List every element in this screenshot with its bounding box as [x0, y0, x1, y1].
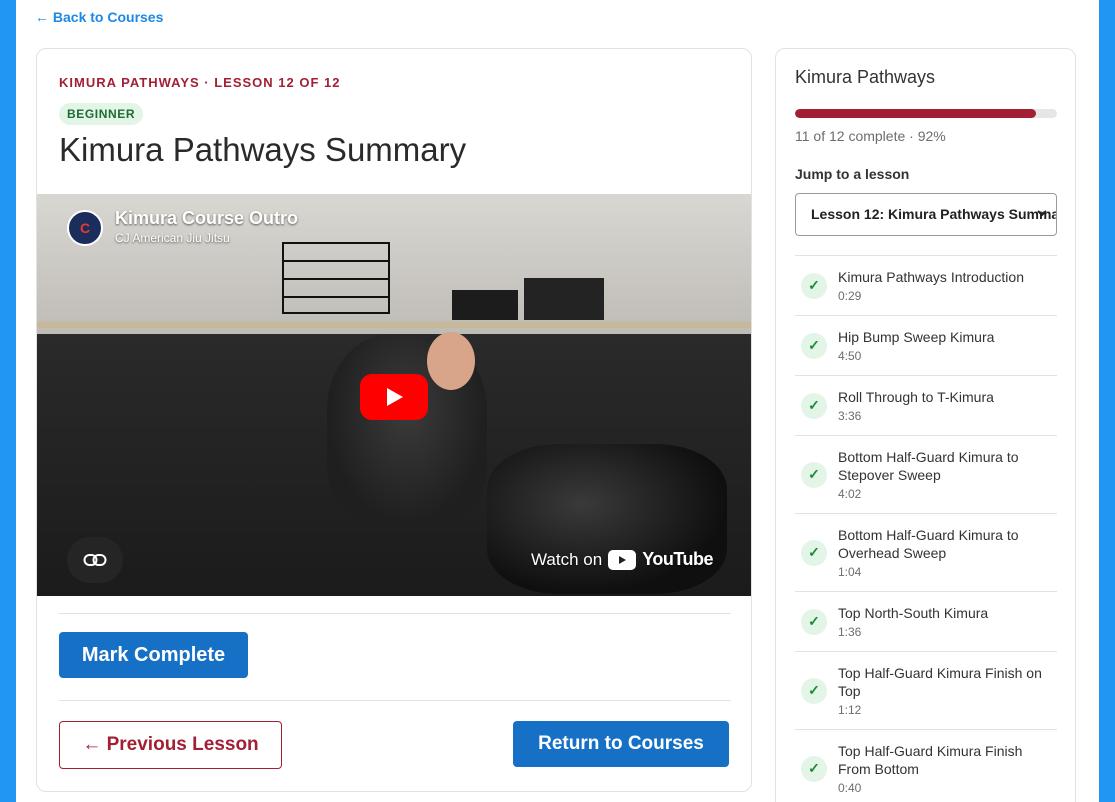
lesson-item[interactable]: ✓ Hip Bump Sweep Kimura 4:50 — [795, 315, 1057, 375]
lesson-item[interactable]: ✓ Bottom Half-Guard Kimura to Overhead Sw… — [795, 513, 1057, 591]
divider — [59, 613, 731, 614]
checkmark-icon: ✓ — [801, 755, 827, 782]
lesson-item-text: Top Half-Guard Kimura Finish From Bottom… — [838, 742, 1057, 796]
lesson-item-duration: 4:02 — [838, 486, 862, 501]
lesson-item-name: Top Half-Guard Kimura Finish on Top — [838, 664, 1042, 699]
lesson-item[interactable]: ✓ Top North-South Kimura 1:36 — [795, 591, 1057, 651]
lesson-item-duration: 4:50 — [838, 348, 862, 363]
lesson-item-duration: 3:36 — [838, 408, 862, 423]
lesson-item[interactable]: ✓ Top Half-Guard Kimura Finish on Top 1:12 — [795, 651, 1057, 729]
channel-logo[interactable]: C — [67, 210, 103, 246]
lesson-item-name: Bottom Half-Guard Kimura to Stepover Swe… — [838, 448, 1019, 483]
jump-to-lesson-label: Jump to a lesson — [795, 166, 910, 182]
link-icon — [83, 554, 107, 566]
copy-link-button[interactable] — [67, 537, 123, 583]
course-progress-bar — [795, 109, 1057, 118]
lesson-card: KIMURA PATHWAYS · LESSON 12 OF 12 BEGINN… — [36, 48, 752, 792]
lesson-select-value: Lesson 12: Kimura Pathways Summary — [811, 206, 1057, 222]
lesson-item-name: Kimura Pathways Introduction — [838, 268, 1024, 285]
checkmark-icon: ✓ — [801, 677, 827, 704]
lesson-select[interactable]: Lesson 12: Kimura Pathways Summary — [795, 193, 1057, 236]
lesson-item-name: Top North-South Kimura — [838, 604, 989, 621]
lesson-item[interactable]: ✓ Kimura Pathways Introduction 0:29 — [795, 255, 1057, 315]
lesson-item[interactable]: ✓ Roll Through to T-Kimura 3:36 — [795, 375, 1057, 435]
lesson-item[interactable]: ✓ Bottom Half-Guard Kimura to Stepover Sw… — [795, 435, 1057, 513]
checkmark-icon: ✓ — [801, 461, 827, 488]
page: ← Back to Courses KIMURA PATHWAYS · LESS… — [16, 0, 1099, 802]
course-sidebar: Kimura Pathways 11 of 12 complete · 92% … — [775, 48, 1076, 802]
lesson-breadcrumb: KIMURA PATHWAYS · LESSON 12 OF 12 — [59, 75, 341, 90]
course-name: Kimura Pathways — [795, 67, 936, 87]
video-player[interactable]: C Kimura Course Outro CJ American Jiu Ji… — [37, 194, 751, 596]
checkmark-icon: ✓ — [801, 392, 827, 419]
lesson-item-duration: 1:04 — [838, 564, 862, 579]
lesson-item-name: Bottom Half-Guard Kimura to Overhead Swe… — [838, 526, 1019, 561]
play-icon — [387, 388, 403, 406]
watch-on-label: Watch on — [531, 549, 603, 569]
checkmark-icon: ✓ — [801, 332, 827, 359]
level-badge: BEGINNER — [59, 103, 144, 125]
previous-lesson-button[interactable]: ← Previous Lesson — [59, 721, 282, 769]
youtube-logo-icon — [608, 549, 637, 570]
lesson-item-name: Top Half-Guard Kimura Finish From Bottom — [838, 742, 1023, 777]
video-channel: CJ American Jiu Jitsu — [115, 231, 230, 245]
checkmark-icon: ✓ — [801, 608, 827, 635]
mark-complete-button[interactable]: Mark Complete — [59, 632, 248, 678]
chevron-down-icon — [1037, 210, 1047, 217]
lesson-item-duration: 0:29 — [838, 288, 862, 303]
page-title: Kimura Pathways Summary — [59, 131, 467, 168]
divider — [59, 700, 731, 701]
progress-text: 11 of 12 complete · 92% — [795, 128, 946, 144]
lesson-item-duration: 0:40 — [838, 780, 862, 795]
back-to-courses-link[interactable]: ← Back to Courses — [35, 9, 163, 25]
youtube-wordmark: YouTube — [642, 549, 714, 569]
watch-on-youtube-link[interactable]: Watch on YouTube — [531, 549, 714, 570]
lesson-item-text: Roll Through to T-Kimura 3:36 — [838, 388, 994, 424]
return-to-courses-button[interactable]: Return to Courses — [513, 721, 729, 767]
lesson-item-duration: 1:12 — [838, 702, 862, 717]
lesson-item-name: Hip Bump Sweep Kimura — [838, 328, 995, 345]
lesson-item-text: Top Half-Guard Kimura Finish on Top 1:12 — [838, 664, 1057, 718]
checkmark-icon: ✓ — [801, 272, 827, 299]
lesson-item-text: Bottom Half-Guard Kimura to Overhead Swe… — [838, 526, 1057, 580]
checkmark-icon: ✓ — [801, 539, 827, 566]
play-button[interactable] — [360, 374, 428, 420]
lesson-item-text: Kimura Pathways Introduction 0:29 — [838, 268, 1024, 304]
lesson-item-name: Roll Through to T-Kimura — [838, 388, 994, 405]
lesson-item[interactable]: ✓ Top Half-Guard Kimura Finish From Botto… — [795, 729, 1057, 802]
lesson-item-text: Hip Bump Sweep Kimura 4:50 — [838, 328, 994, 364]
lesson-item-text: Top North-South Kimura 1:36 — [838, 604, 988, 640]
progress-fill — [795, 109, 1037, 118]
lesson-item-text: Bottom Half-Guard Kimura to Stepover Swe… — [838, 448, 1057, 502]
video-title[interactable]: Kimura Course Outro — [115, 208, 298, 229]
lesson-item-duration: 1:36 — [838, 624, 862, 639]
lesson-list: ✓ Kimura Pathways Introduction 0:29 ✓ Hip Bu… — [795, 255, 1057, 802]
